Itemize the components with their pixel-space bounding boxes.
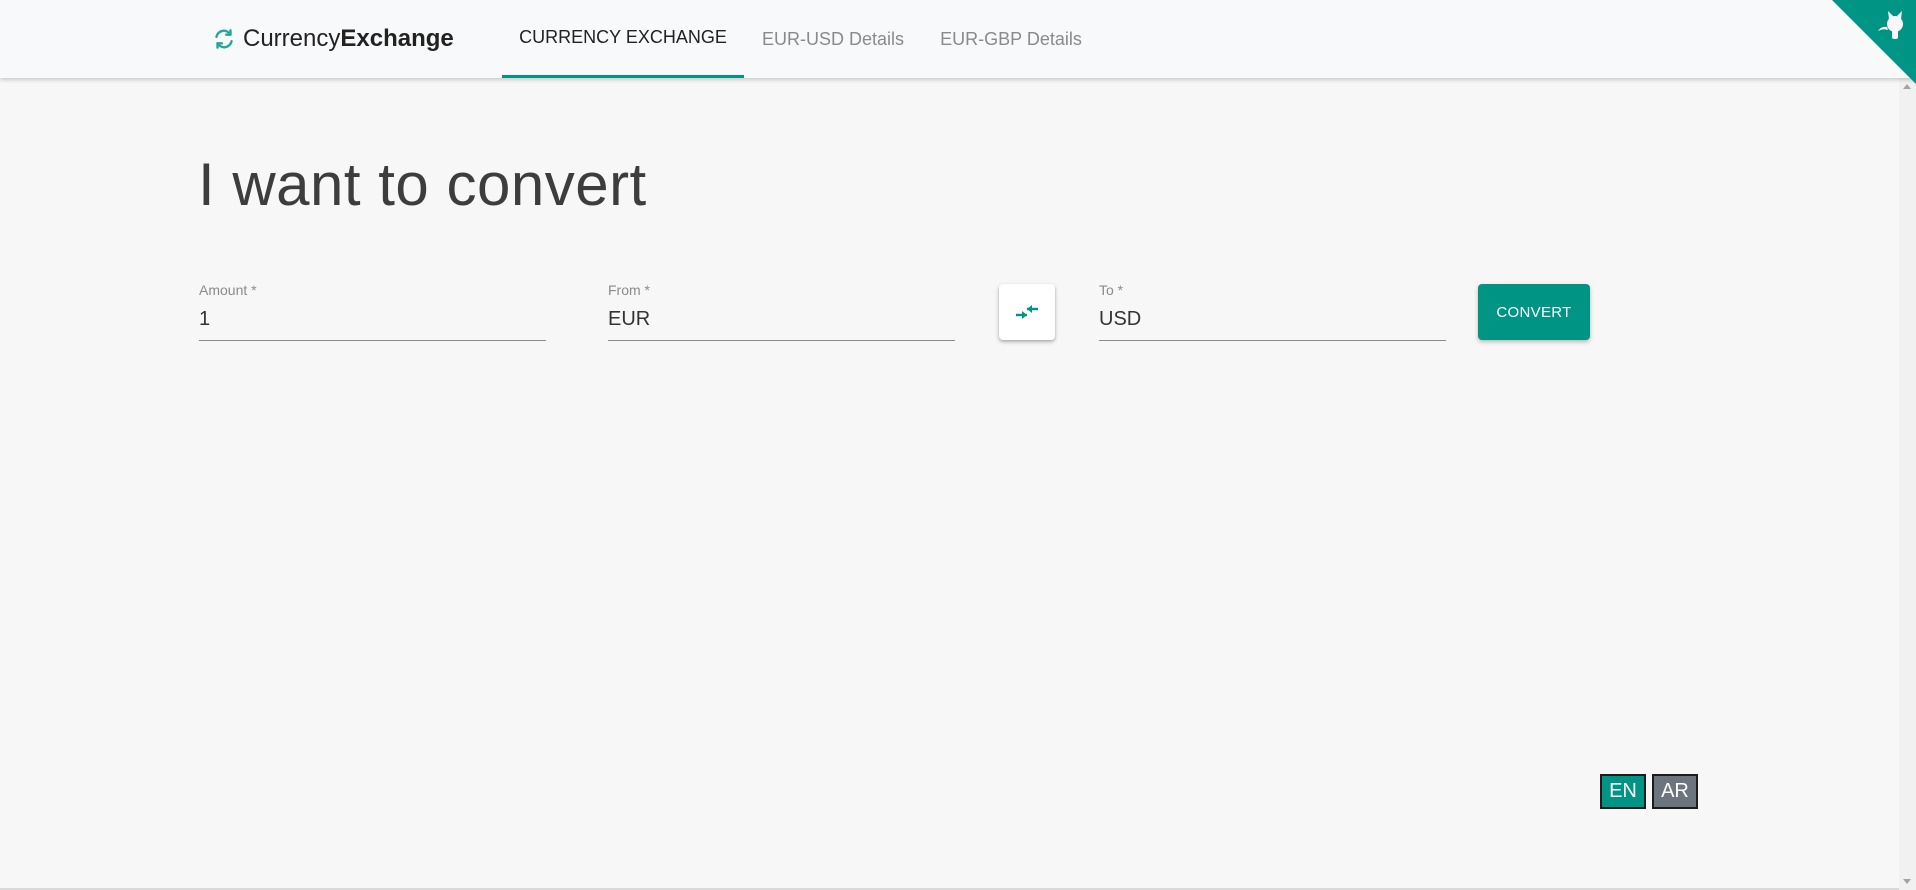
- refresh-icon: [215, 29, 233, 49]
- to-currency-select[interactable]: To * USD: [1099, 282, 1446, 341]
- from-currency-select[interactable]: From * EUR: [608, 282, 955, 341]
- scroll-up-icon[interactable]: [1903, 84, 1911, 89]
- swap-arrows-icon: [1016, 305, 1038, 319]
- amount-input[interactable]: 1: [199, 308, 210, 331]
- github-corner-link[interactable]: [1832, 0, 1916, 84]
- language-en-button[interactable]: EN: [1600, 774, 1646, 809]
- brand-name: CurrencyExchange: [243, 25, 454, 52]
- from-label: From *: [608, 282, 650, 298]
- tab-currency-exchange[interactable]: CURRENCY EXCHANGE: [502, 0, 744, 78]
- to-currency-value[interactable]: USD: [1099, 308, 1141, 331]
- top-navbar: CurrencyExchange CURRENCY EXCHANGE EUR-U…: [0, 0, 1916, 78]
- page-scrollbar[interactable]: [1899, 78, 1916, 890]
- amount-field[interactable]: Amount * 1: [199, 282, 546, 341]
- scroll-down-icon[interactable]: [1903, 879, 1911, 884]
- convert-button[interactable]: CONVERT: [1478, 284, 1590, 340]
- from-currency-value[interactable]: EUR: [608, 308, 650, 331]
- to-label: To *: [1099, 282, 1124, 298]
- swap-currencies-button[interactable]: [999, 284, 1055, 340]
- page-title: I want to convert: [198, 151, 647, 218]
- tab-eur-gbp-details[interactable]: EUR-GBP Details: [922, 0, 1100, 78]
- amount-label: Amount *: [199, 282, 257, 298]
- brand-logo-link[interactable]: CurrencyExchange: [211, 22, 454, 56]
- tab-eur-usd-details[interactable]: EUR-USD Details: [744, 0, 922, 78]
- language-ar-button[interactable]: AR: [1652, 774, 1698, 809]
